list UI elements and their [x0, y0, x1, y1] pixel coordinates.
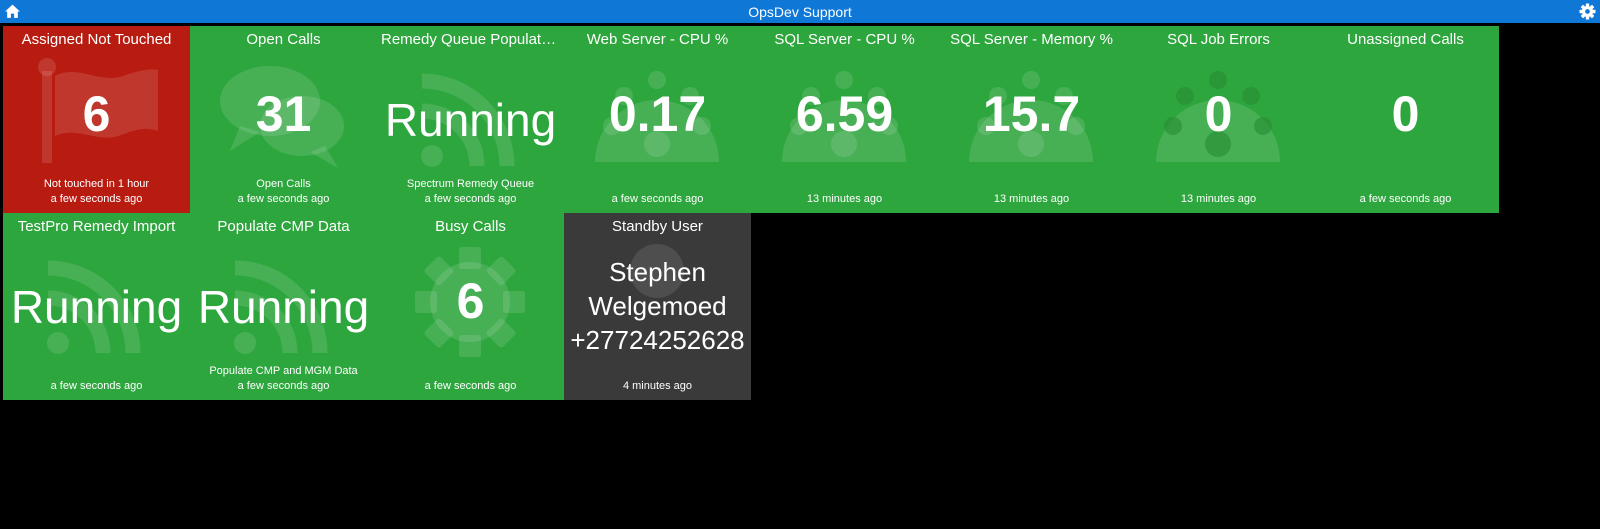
standby-user-phone: +27724252628 [570, 325, 745, 355]
tile-web-server-cpu[interactable]: Web Server - CPU % 0.17 a few seconds ag… [564, 26, 751, 213]
tile-updated-at: 13 minutes ago [806, 193, 883, 205]
tile-value: 6 [456, 273, 485, 329]
tile-value: Stephen Welgemoed +27724252628 [564, 255, 751, 357]
tile-title: SQL Server - Memory % [950, 31, 1113, 48]
standby-user-last-name: Welgemoed [588, 291, 727, 321]
tile-updated-at: a few seconds ago [611, 193, 704, 205]
tile-title: TestPro Remedy Import [17, 218, 176, 235]
tile-value: Running [197, 281, 370, 333]
tile-sql-server-cpu[interactable]: SQL Server - CPU % 6.59 13 minutes ago [751, 26, 938, 213]
tile-title: Remedy Queue Populate... [381, 31, 562, 48]
tile-updated-at: a few seconds ago [424, 193, 517, 205]
tile-value: 0 [1204, 86, 1233, 142]
tile-more-info: Not touched in 1 hour [43, 178, 150, 190]
tile-more-info: Spectrum Remedy Queue [406, 178, 535, 190]
tile-updated-at: 13 minutes ago [993, 193, 1070, 205]
tile-value: Running [10, 281, 183, 333]
tile-updated-at: a few seconds ago [50, 193, 143, 205]
tile-updated-at: a few seconds ago [237, 380, 330, 392]
tile-title: Unassigned Calls [1347, 31, 1464, 48]
tile-title: Standby User [612, 218, 703, 235]
tile-open-calls[interactable]: Open Calls 31 Open Calls a few seconds a… [190, 26, 377, 213]
dashboard-title: OpsDev Support [748, 3, 852, 20]
tile-sql-server-memory[interactable]: SQL Server - Memory % 15.7 13 minutes ag… [938, 26, 1125, 213]
tile-updated-at: a few seconds ago [237, 193, 330, 205]
tile-assigned-not-touched[interactable]: Assigned Not Touched 6 Not touched in 1 … [3, 26, 190, 213]
tile-updated-at: 13 minutes ago [1180, 193, 1257, 205]
tile-value: 31 [255, 86, 312, 142]
tile-updated-at: a few seconds ago [1359, 193, 1452, 205]
tile-busy-calls[interactable]: Busy Calls 6 a few seconds ago [377, 213, 564, 400]
tile-value: 6 [82, 86, 111, 142]
tile-updated-at: a few seconds ago [50, 380, 143, 392]
tile-title: SQL Server - CPU % [774, 31, 915, 48]
tile-value: 15.7 [982, 86, 1081, 142]
tile-value: 0.17 [608, 86, 707, 142]
tile-title: Web Server - CPU % [586, 31, 729, 48]
tile-title: Busy Calls [435, 218, 506, 235]
tile-value: 6.59 [795, 86, 894, 142]
gear-icon[interactable] [1579, 3, 1596, 20]
home-icon[interactable] [4, 3, 21, 20]
tile-standby-user[interactable]: Standby User Stephen Welgemoed +27724252… [564, 213, 751, 400]
tile-more-info: Open Calls [256, 178, 311, 190]
tile-title: Open Calls [246, 31, 321, 48]
tile-title: SQL Job Errors [1167, 31, 1270, 48]
tile-value: 0 [1391, 86, 1420, 142]
standby-user-first-name: Stephen [609, 257, 706, 287]
tile-populate-cmp-data[interactable]: Populate CMP Data Running Populate CMP a… [190, 213, 377, 400]
tile-remedy-queue-populate[interactable]: Remedy Queue Populate... Running Spectru… [377, 26, 564, 213]
tile-sql-job-errors[interactable]: SQL Job Errors 0 13 minutes ago [1125, 26, 1312, 213]
tile-more-info: Populate CMP and MGM Data [209, 365, 358, 377]
tile-updated-at: 4 minutes ago [622, 380, 693, 392]
tile-value: Running [384, 94, 557, 146]
tile-unassigned-calls[interactable]: Unassigned Calls 0 a few seconds ago [1312, 26, 1499, 213]
top-bar: OpsDev Support [0, 0, 1600, 23]
tile-updated-at: a few seconds ago [424, 380, 517, 392]
tile-title: Assigned Not Touched [21, 31, 172, 48]
tile-title: Populate CMP Data [217, 218, 350, 235]
tile-testpro-remedy-import[interactable]: TestPro Remedy Import Running a few seco… [3, 213, 190, 400]
